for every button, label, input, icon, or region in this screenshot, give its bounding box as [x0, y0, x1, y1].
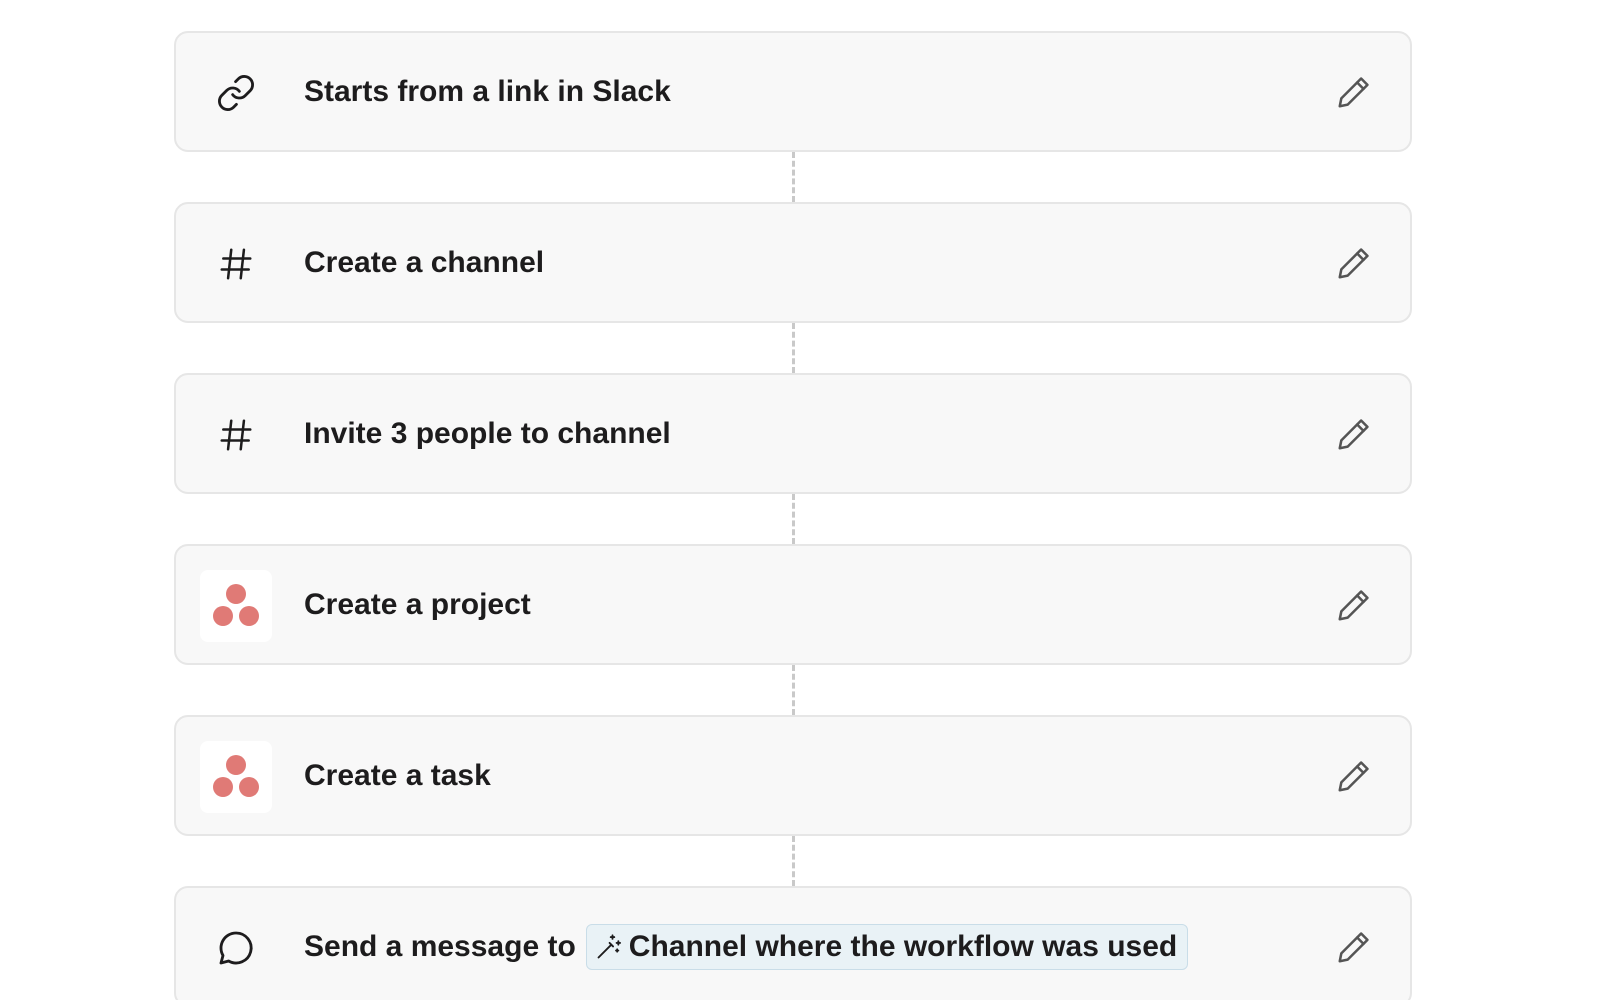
workflow-step-invite-people[interactable]: Invite 3 people to channel: [174, 373, 1412, 494]
pencil-icon[interactable]: [1332, 241, 1376, 285]
step-connector: [792, 836, 795, 886]
step-label: Starts from a link in Slack: [304, 74, 671, 108]
workflow-canvas: Starts from a link in Slack Create a cha…: [0, 0, 1600, 1000]
step-label: Create a task: [304, 758, 491, 792]
step-label: Send a message to Channel where the work…: [304, 888, 1189, 1000]
link-icon: [200, 57, 272, 129]
workflow-step-create-task[interactable]: Create a task: [174, 715, 1412, 836]
pencil-icon[interactable]: [1332, 412, 1376, 456]
pencil-icon[interactable]: [1332, 925, 1376, 969]
magic-wand-icon: [595, 933, 623, 961]
asana-logo-icon: [200, 570, 272, 642]
token-label: Channel where the workflow was used: [628, 929, 1178, 963]
pencil-icon[interactable]: [1332, 583, 1376, 627]
step-label-text: Send a message to: [304, 929, 576, 963]
step-connector: [792, 152, 795, 202]
step-connector: [792, 665, 795, 715]
step-connector: [792, 494, 795, 544]
hash-icon: [200, 399, 272, 471]
workflow-step-send-message[interactable]: Send a message to Channel where the work…: [174, 886, 1412, 1000]
asana-logo-icon: [200, 741, 272, 813]
workflow-step-trigger[interactable]: Starts from a link in Slack: [174, 31, 1412, 152]
step-label: Invite 3 people to channel: [304, 416, 671, 450]
workflow-step-create-project[interactable]: Create a project: [174, 544, 1412, 665]
step-label: Create a channel: [304, 245, 545, 279]
workflow-step-create-channel[interactable]: Create a channel: [174, 202, 1412, 323]
pencil-icon[interactable]: [1332, 70, 1376, 114]
pencil-icon[interactable]: [1332, 754, 1376, 798]
message-bubble-icon: [200, 912, 272, 984]
workflow-variable-token[interactable]: Channel where the workflow was used: [585, 923, 1189, 970]
step-connector: [792, 323, 795, 373]
hash-icon: [200, 228, 272, 300]
step-label: Create a project: [304, 587, 531, 621]
